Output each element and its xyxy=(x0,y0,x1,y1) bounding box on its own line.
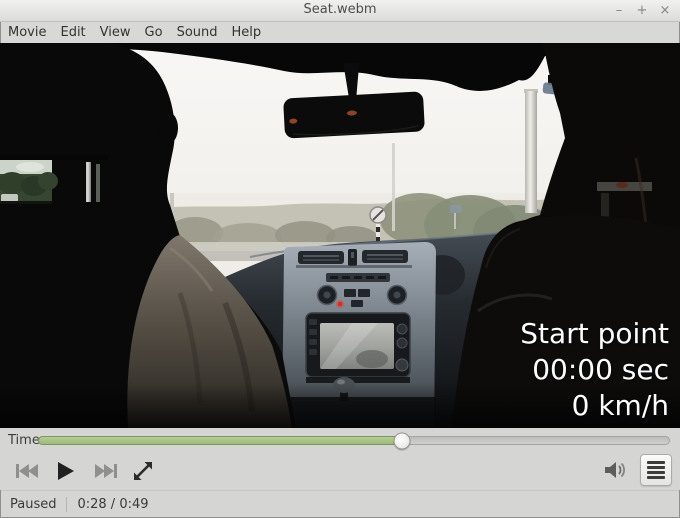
time-slider-fill xyxy=(38,436,401,445)
window-controls: – + × xyxy=(612,0,672,21)
menu-movie[interactable]: Movie xyxy=(1,23,53,42)
menu-help[interactable]: Help xyxy=(225,23,269,42)
time-slider-handle[interactable] xyxy=(393,432,411,449)
close-button[interactable]: × xyxy=(658,3,672,18)
overlay-line-3: 0 km/h xyxy=(571,389,669,422)
playback-controls: Time: xyxy=(0,428,680,490)
minimize-button[interactable]: – xyxy=(612,3,626,18)
headrest-post xyxy=(96,164,100,202)
overlay-line-2: 00:00 sec xyxy=(532,353,669,386)
menubar: Movie Edit View Go Sound Help xyxy=(0,22,680,43)
previous-chapter-button[interactable] xyxy=(10,458,44,484)
menu-go[interactable]: Go xyxy=(138,23,170,42)
play-icon xyxy=(58,462,74,480)
overlay-line-1: Start point xyxy=(520,317,669,350)
time-slider[interactable] xyxy=(38,432,670,449)
hamburger-menu-icon xyxy=(647,461,665,464)
video-display[interactable]: Start point 00:00 sec 0 km/h xyxy=(0,43,680,428)
fullscreen-icon xyxy=(134,462,152,480)
volume-button[interactable] xyxy=(600,457,630,483)
statusbar: Paused 0:28 / 0:49 xyxy=(0,490,680,518)
skip-backward-icon xyxy=(16,464,38,478)
time-position-label: 0:28 / 0:49 xyxy=(77,497,149,512)
headrest-post xyxy=(86,162,91,202)
window-title: Seat.webm xyxy=(303,2,377,17)
video-player-window: Seat.webm – + × Movie Edit View Go Sound… xyxy=(0,0,680,518)
next-chapter-button[interactable] xyxy=(89,458,123,484)
right-controls xyxy=(600,454,672,486)
video-text-overlay: Start point 00:00 sec 0 km/h xyxy=(520,316,669,424)
hamburger-menu-button[interactable] xyxy=(640,454,672,486)
dashboard-red-led xyxy=(337,301,343,307)
maximize-button[interactable]: + xyxy=(635,3,649,18)
menu-sound[interactable]: Sound xyxy=(170,23,225,42)
menu-edit[interactable]: Edit xyxy=(53,23,92,42)
statusbar-separator xyxy=(66,497,68,512)
playback-state-label: Paused xyxy=(10,497,57,512)
menu-view[interactable]: View xyxy=(93,23,138,42)
skip-forward-icon xyxy=(95,464,117,478)
fullscreen-button[interactable] xyxy=(126,458,160,484)
volume-icon xyxy=(605,462,625,478)
play-button[interactable] xyxy=(48,458,82,484)
titlebar[interactable]: Seat.webm – + × xyxy=(0,0,680,22)
